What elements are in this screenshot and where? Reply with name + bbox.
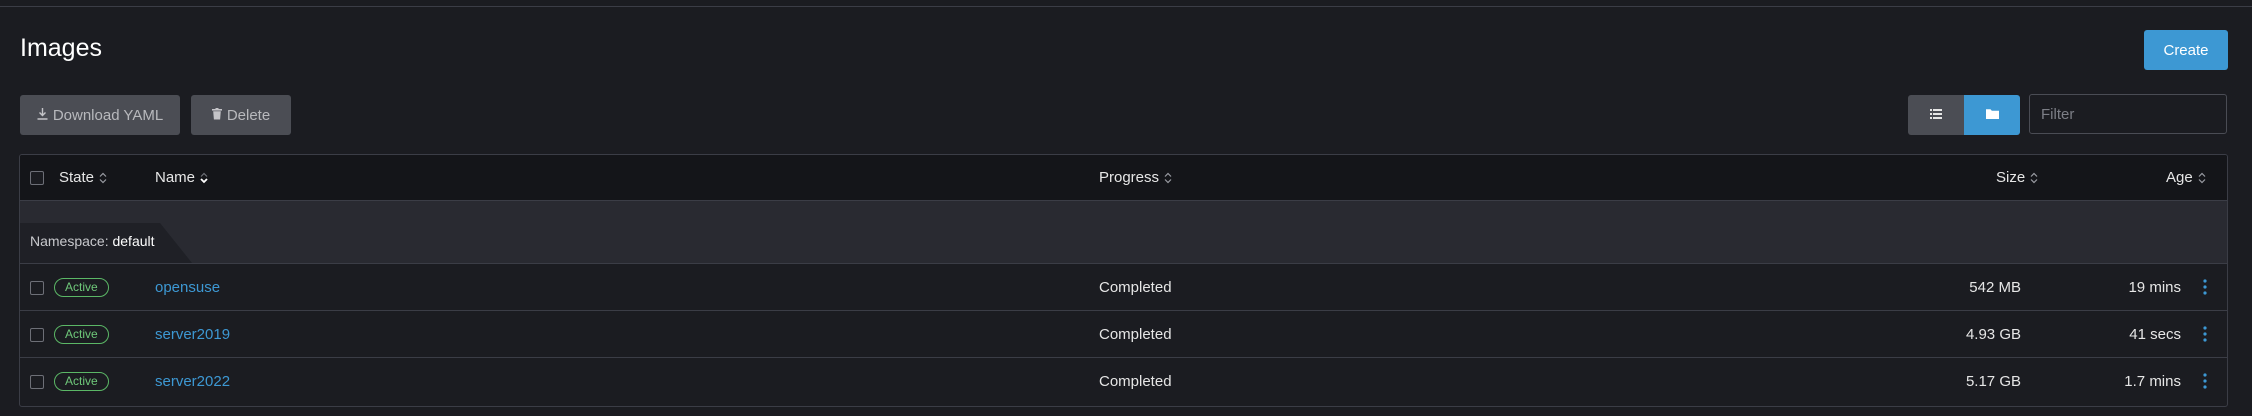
progress-cell: Completed (1099, 278, 1172, 296)
images-table: State Name Progress Size Age Namespace: … (19, 154, 2228, 407)
row-checkbox[interactable] (30, 281, 44, 295)
image-name-link[interactable]: server2022 (155, 373, 230, 390)
table-header: State Name Progress Size Age (20, 155, 2227, 201)
select-all-checkbox[interactable] (30, 171, 44, 185)
sort-icon (99, 172, 107, 184)
column-label-size: Size (1996, 169, 2026, 186)
sort-icon (2198, 172, 2206, 184)
namespace-group-label: Namespace: default (30, 233, 155, 249)
row-actions-kebab-icon[interactable] (2198, 323, 2212, 345)
page-title: Images (20, 34, 102, 62)
row-checkbox[interactable] (30, 328, 44, 342)
column-label-name: Name (155, 169, 196, 186)
status-badge: Active (54, 371, 109, 391)
row-checkbox[interactable] (30, 375, 44, 389)
column-header-progress[interactable]: Progress (1099, 155, 1172, 200)
status-badge: Active (54, 324, 109, 344)
namespace-value: default (112, 233, 155, 249)
filter-input[interactable] (2029, 94, 2227, 134)
create-button[interactable]: Create (2144, 30, 2228, 70)
delete-button[interactable]: Delete (191, 95, 291, 135)
table-row: Active server2019 Completed 4.93 GB 41 s… (20, 310, 2227, 358)
state-cell: Active (54, 358, 109, 404)
column-label-state: State (59, 169, 95, 186)
list-view-button[interactable] (1908, 95, 1964, 135)
view-toggle (1908, 95, 2020, 135)
image-name-link[interactable]: opensuse (155, 279, 220, 296)
table-row: Active server2022 Completed 5.17 GB 1.7 … (20, 357, 2227, 405)
state-cell: Active (54, 264, 109, 310)
row-actions-kebab-icon[interactable] (2198, 276, 2212, 298)
namespace-group-row: Namespace: default (20, 201, 2227, 263)
status-badge: Active (54, 277, 109, 297)
sort-icon (1164, 172, 1172, 184)
state-cell: Active (54, 311, 109, 357)
column-header-state[interactable]: State (59, 155, 107, 200)
table-row: Active opensuse Completed 542 MB 19 mins (20, 263, 2227, 311)
download-yaml-button[interactable]: Download YAML (20, 95, 180, 135)
group-view-button[interactable] (1964, 95, 2020, 135)
sort-icon (2030, 172, 2038, 184)
age-cell: 19 mins (2128, 278, 2181, 296)
sort-desc-icon (200, 172, 208, 184)
size-cell: 4.93 GB (1965, 325, 2021, 343)
size-cell: 5.17 GB (1965, 372, 2021, 390)
download-yaml-label: Download YAML (52, 106, 164, 124)
image-name-link[interactable]: server2019 (155, 326, 230, 343)
progress-cell: Completed (1099, 325, 1172, 343)
trash-icon (211, 107, 222, 123)
name-cell: server2022 (155, 358, 230, 404)
list-icon (1930, 106, 1942, 124)
folder-icon (1985, 106, 1999, 124)
size-cell: 542 MB (1969, 278, 2021, 296)
top-divider (0, 6, 2252, 7)
name-cell: opensuse (155, 264, 220, 310)
namespace-prefix: Namespace: (30, 233, 113, 249)
download-icon (37, 107, 48, 123)
name-cell: server2019 (155, 311, 230, 357)
progress-cell: Completed (1099, 372, 1172, 390)
column-header-age[interactable]: Age (2166, 155, 2206, 200)
column-header-size[interactable]: Size (1996, 155, 2038, 200)
row-actions-kebab-icon[interactable] (2198, 370, 2212, 392)
column-label-progress: Progress (1099, 169, 1160, 186)
age-cell: 1.7 mins (2124, 372, 2181, 390)
column-label-age: Age (2166, 169, 2193, 186)
age-cell: 41 secs (2129, 325, 2181, 343)
delete-label: Delete (226, 106, 271, 124)
column-header-name[interactable]: Name (155, 155, 208, 200)
